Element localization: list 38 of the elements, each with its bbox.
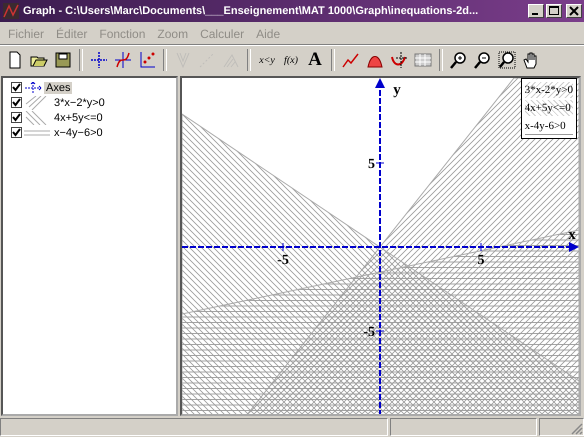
tick-label: 5	[478, 253, 484, 268]
axes-icon	[24, 82, 42, 94]
curve-icon	[114, 51, 132, 69]
toolbar-button[interactable]: x<y	[255, 48, 279, 72]
axes-icon	[90, 51, 108, 69]
axis-label: x	[568, 227, 576, 243]
toolbar-button[interactable]: f(x)	[279, 48, 303, 72]
tick-label: 5	[368, 157, 375, 172]
legend-entry: 3*x-2*y>0	[524, 82, 573, 98]
legend-entry: x-4y-6>0	[524, 118, 573, 135]
tree-item[interactable]: 4x+5y<=0	[52, 112, 105, 124]
graph-icon	[3, 3, 19, 19]
zoom-out-icon	[474, 51, 492, 69]
maximize-button[interactable]	[546, 4, 562, 18]
curve-crosshair-icon	[390, 51, 408, 69]
tree-item[interactable]: Axes	[44, 82, 72, 94]
line-graph-icon	[342, 51, 360, 69]
table-icon	[414, 51, 432, 69]
maximize-icon	[549, 6, 559, 16]
zoom-box-icon	[498, 51, 516, 69]
tick-label: -5	[363, 325, 375, 340]
checkbox[interactable]	[11, 97, 22, 108]
toolbar-button[interactable]: A	[303, 48, 327, 72]
axis-label: y	[393, 82, 401, 98]
tree-item[interactable]: 3*x−2*y>0	[52, 96, 107, 108]
tick-label: -5	[277, 253, 289, 268]
close-button[interactable]	[566, 4, 582, 18]
scatter-icon	[138, 51, 156, 69]
legend-entry: 4x+5y<=0	[524, 100, 573, 116]
minimize-button[interactable]	[528, 4, 544, 18]
checkbox[interactable]	[11, 112, 22, 123]
tree-item[interactable]: x−4y−6>0	[52, 126, 105, 138]
window-title: Graph - C:\Users\Marc\Documents\___Enseignement\MAT 1000\Graph\inequations-2d...	[23, 5, 480, 17]
zoom-in-icon	[450, 51, 468, 69]
checkbox[interactable]	[11, 82, 22, 93]
checkbox[interactable]	[11, 127, 22, 138]
close-icon	[569, 6, 579, 16]
minimize-icon	[532, 13, 538, 15]
